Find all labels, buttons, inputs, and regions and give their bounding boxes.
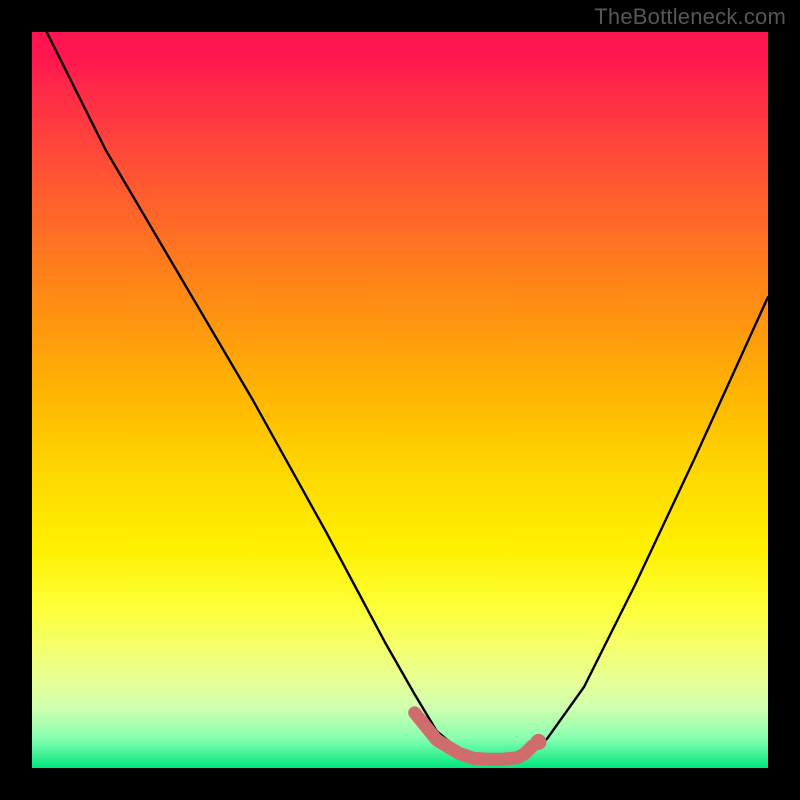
watermark-text: TheBottleneck.com [594,4,786,30]
chart-frame: TheBottleneck.com [0,0,800,800]
highlight-segment-path [415,713,533,759]
plot-area [32,32,768,768]
curve-svg [32,32,768,768]
highlight-end-dot [531,734,547,750]
bottleneck-curve-path [47,32,768,759]
